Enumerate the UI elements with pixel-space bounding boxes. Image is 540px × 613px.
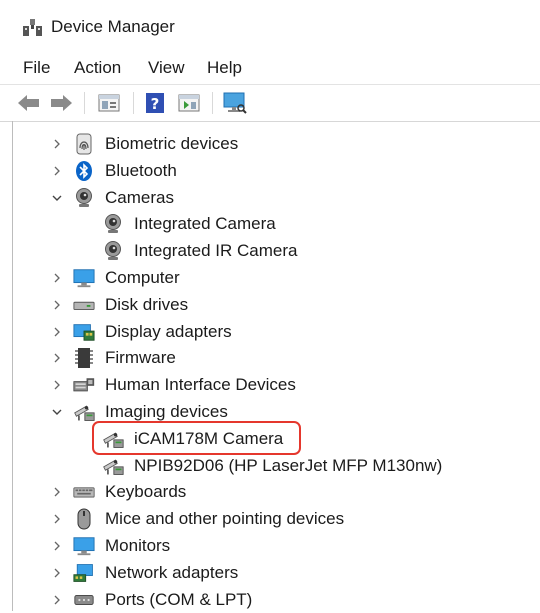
network-adapter-icon [73, 562, 95, 584]
help-icon: ? [146, 93, 164, 113]
back-button[interactable] [16, 90, 42, 116]
chevron-right-icon[interactable] [50, 270, 64, 286]
tree-item-label: NPIB92D06 (HP LaserJet MFP M130nw) [134, 455, 443, 475]
chevron-right-icon[interactable] [50, 511, 64, 527]
disk-drive-icon [73, 294, 95, 316]
tree-item-label: Firmware [105, 348, 176, 368]
tree-item-label: Monitors [105, 536, 171, 555]
tree-item-label: Imaging devices [105, 402, 228, 421]
chevron-right-icon[interactable] [50, 377, 64, 393]
title-bar: Device Manager [0, 0, 540, 52]
chevron-right-icon[interactable] [50, 484, 64, 500]
tree-item-label: Ports (COM & LPT) [105, 589, 253, 609]
menu-view[interactable]: View [148, 58, 185, 78]
tree-item-label: Mice and other pointing devices [105, 509, 345, 529]
forward-button[interactable] [48, 90, 74, 116]
properties-icon [98, 94, 120, 112]
tree-item-label: Display adapters [105, 321, 232, 341]
webcam-icon [102, 213, 124, 235]
tree-item-label: Biometric devices [105, 134, 239, 153]
window-title: Device Manager [51, 17, 175, 36]
properties-button[interactable] [96, 90, 122, 116]
chevron-down-icon[interactable] [50, 404, 64, 420]
monitor-icon [73, 535, 95, 557]
tree-item-network-adapters[interactable]: Network adapters [0, 560, 540, 586]
menu-file[interactable]: File [23, 58, 50, 78]
imaging-device-icon [73, 401, 95, 423]
tree-item-firmware[interactable]: Firmware [0, 345, 540, 371]
menu-action[interactable]: Action [74, 58, 121, 78]
keyboard-icon [73, 481, 95, 503]
help-button[interactable]: ? [142, 90, 168, 116]
bluetooth-icon [73, 160, 95, 182]
monitor-icon [73, 267, 95, 289]
tree-item-biometric-devices[interactable]: Biometric devices [0, 131, 540, 157]
scan-hardware-icon [223, 92, 247, 114]
tree-item-label: Integrated IR Camera [134, 241, 298, 261]
back-arrow-icon [18, 95, 39, 111]
tree-item-monitors[interactable]: Monitors [0, 533, 540, 559]
hid-icon [73, 374, 95, 396]
chevron-right-icon[interactable] [50, 538, 64, 554]
webcam-icon [102, 240, 124, 262]
fingerprint-icon [73, 133, 95, 155]
tree-item-imaging-devices[interactable]: Imaging devices [0, 399, 540, 425]
menu-help[interactable]: Help [207, 58, 242, 78]
update-driver-button[interactable] [176, 90, 202, 116]
chevron-right-icon[interactable] [50, 592, 64, 608]
chevron-right-icon[interactable] [50, 324, 64, 340]
tree-item-label: Keyboards [105, 482, 187, 502]
tree-item-label: Cameras [105, 187, 174, 207]
tree-item-npib92d06-hp-laserjet-mfp-m130nw[interactable]: NPIB92D06 (HP LaserJet MFP M130nw) [0, 453, 540, 479]
tree-item-label: Computer [105, 268, 180, 287]
chevron-right-icon[interactable] [50, 350, 64, 366]
webcam-icon [73, 187, 95, 209]
menu-bar: File Action View Help [0, 52, 540, 84]
tree-item-label: Integrated Camera [134, 214, 276, 234]
tree-item-bluetooth[interactable]: Bluetooth [0, 158, 540, 184]
chevron-right-icon[interactable] [50, 565, 64, 581]
imaging-device-icon [102, 428, 124, 450]
tree-item-label: Bluetooth [105, 160, 177, 180]
device-manager-icon [23, 19, 42, 36]
chip-icon [73, 347, 95, 369]
tree-item-label: iCAM178M Camera [134, 428, 284, 448]
chevron-right-icon[interactable] [50, 163, 64, 179]
forward-arrow-icon [51, 95, 72, 111]
tree-item-integrated-camera[interactable]: Integrated Camera [0, 211, 540, 237]
chevron-right-icon[interactable] [50, 136, 64, 152]
tree-item-label: Human Interface Devices [105, 375, 296, 395]
tree-item-display-adapters[interactable]: Display adapters [0, 319, 540, 345]
tree-item-label: Network adapters [105, 562, 239, 582]
tree-item-keyboards[interactable]: Keyboards [0, 479, 540, 505]
toolbar: ? [0, 84, 540, 121]
tree-item-mice-and-other-pointing-devices[interactable]: Mice and other pointing devices [0, 506, 540, 532]
tree-item-disk-drives[interactable]: Disk drives [0, 292, 540, 318]
tree-item-ports-com-lpt[interactable]: Ports (COM & LPT) [0, 587, 540, 613]
chevron-down-icon[interactable] [50, 190, 64, 206]
tree-item-integrated-ir-camera[interactable]: Integrated IR Camera [0, 238, 540, 264]
scan-hardware-button[interactable] [222, 90, 248, 116]
mouse-icon [73, 508, 95, 530]
port-icon [73, 589, 95, 611]
chevron-right-icon[interactable] [50, 297, 64, 313]
tree-item-label: Disk drives [105, 294, 189, 314]
svg-text:?: ? [151, 95, 160, 113]
tree-item-human-interface-devices[interactable]: Human Interface Devices [0, 372, 540, 398]
tree-item-computer[interactable]: Computer [0, 265, 540, 291]
update-driver-icon [178, 94, 200, 112]
imaging-device-icon [102, 455, 124, 477]
display-adapter-icon [73, 321, 95, 343]
tree-item-cameras[interactable]: Cameras [0, 185, 540, 211]
tree-item-icam178m-camera[interactable]: iCAM178M Camera [0, 426, 540, 452]
